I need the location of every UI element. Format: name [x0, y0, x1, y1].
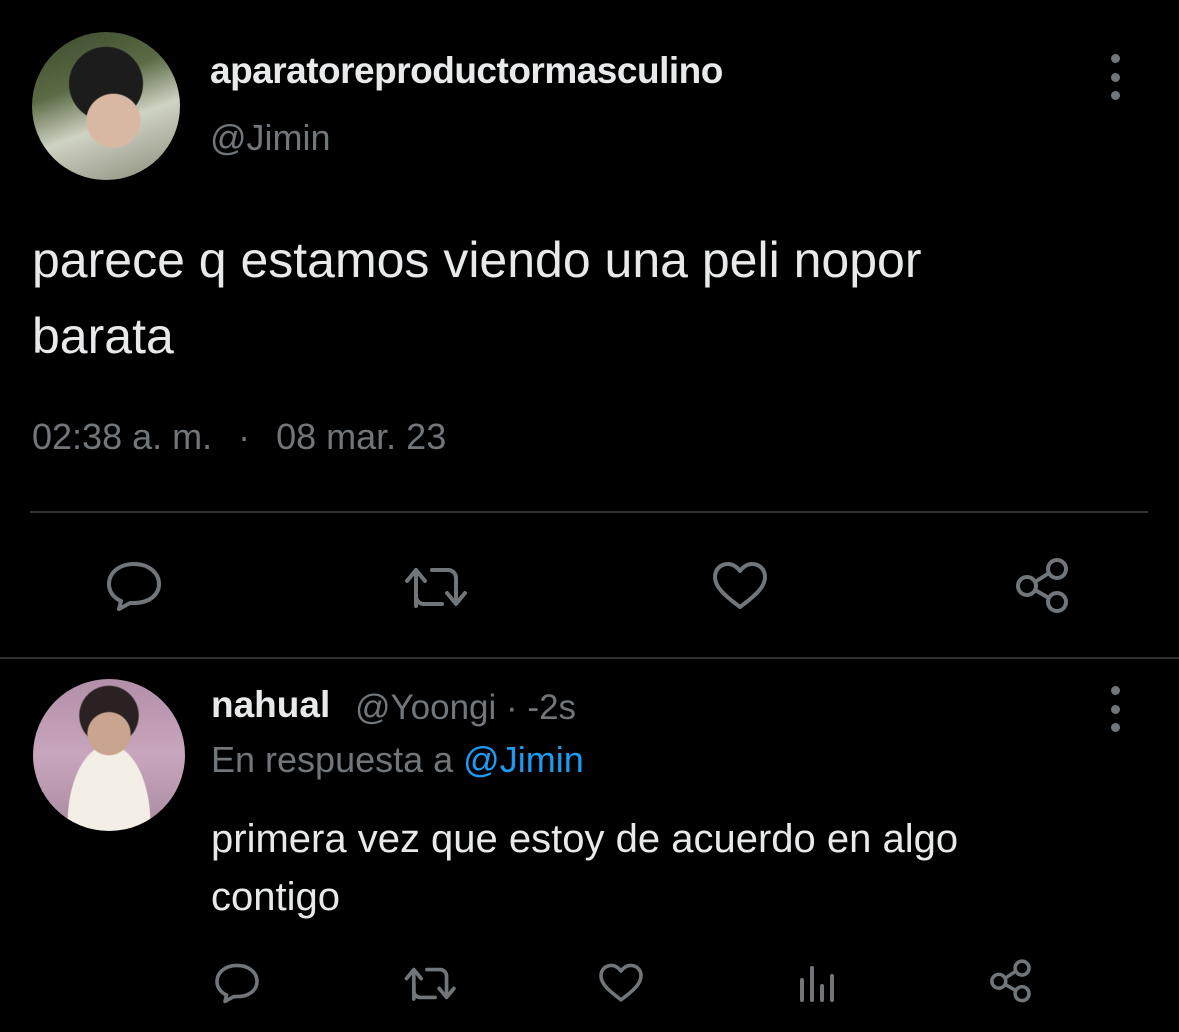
retweet-icon[interactable] [404, 562, 470, 612]
tweet-text-line: barata [32, 308, 174, 364]
tweet-date: 08 mar. 23 [276, 416, 447, 457]
user-handle[interactable]: @Yoongi [355, 688, 496, 727]
tweet-timestamp: 02:38 a. m. · 08 mar. 23 [32, 416, 446, 458]
tweet-text-line: parece q estamos viendo una peli nopor [32, 232, 922, 288]
reply-icon[interactable] [104, 560, 164, 612]
reply-prefix: En respuesta a [211, 739, 454, 780]
reply-meta: @Yoongi · -2s [355, 688, 576, 728]
retweet-icon[interactable] [404, 963, 458, 1004]
tweet-age: -2s [527, 688, 577, 727]
mention-link[interactable]: @Jimin [463, 739, 584, 780]
reply-context: En respuesta a @Jimin [211, 739, 584, 781]
tweet-text-line: primera vez que estoy de acuerdo en algo [211, 817, 959, 861]
tweet-text: parece q estamos viendo una peli nopor b… [32, 222, 1142, 374]
separator-dot: · [506, 688, 518, 727]
divider [0, 657, 1179, 659]
separator-dot: · [238, 416, 251, 457]
like-icon[interactable] [710, 560, 770, 612]
share-icon[interactable] [1013, 556, 1075, 614]
avatar[interactable] [33, 679, 185, 831]
like-icon[interactable] [597, 962, 645, 1004]
tweet-time: 02:38 a. m. [32, 416, 213, 457]
divider [30, 511, 1148, 513]
tweet-text: primera vez que estoy de acuerdo en algo… [211, 810, 1111, 926]
display-name[interactable]: nahual [211, 684, 330, 726]
more-options-icon[interactable] [1105, 54, 1125, 100]
tweet-text-line: contigo [211, 875, 340, 919]
avatar[interactable] [32, 32, 180, 180]
views-icon[interactable] [797, 962, 837, 1002]
share-icon[interactable] [988, 958, 1036, 1003]
user-handle[interactable]: @Jimin [210, 117, 331, 159]
reply-icon[interactable] [213, 962, 261, 1004]
display-name[interactable]: aparatoreproductormasculino [210, 50, 723, 92]
more-options-icon[interactable] [1105, 686, 1125, 732]
